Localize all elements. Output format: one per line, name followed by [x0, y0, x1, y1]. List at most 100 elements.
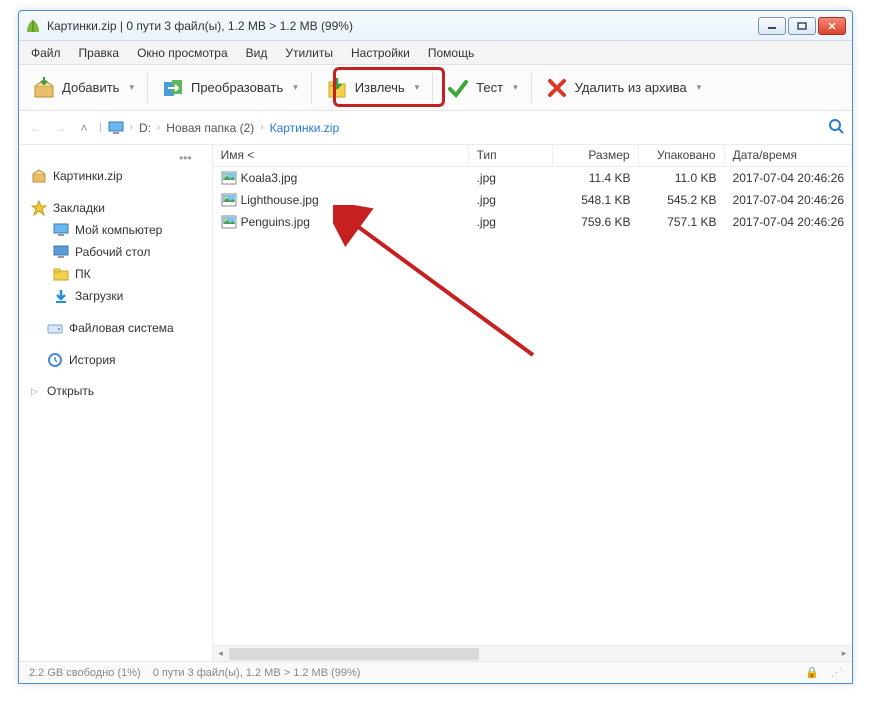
- status-info: 0 пути 3 файл(ы), 1.2 MB > 1.2 MB (99%): [153, 667, 361, 679]
- breadcrumb-archive[interactable]: Картинки.zip: [270, 121, 340, 135]
- chevron-down-icon: ▾: [129, 82, 134, 93]
- column-headers: Имя < Тип Размер Упаковано Дата/время: [213, 145, 852, 167]
- close-button[interactable]: [818, 17, 846, 35]
- app-icon: [25, 18, 41, 34]
- menu-file[interactable]: Файл: [23, 43, 69, 63]
- breadcrumb-drive[interactable]: D:: [139, 121, 151, 135]
- delete-button[interactable]: Удалить из архива ▾: [538, 70, 709, 106]
- divider: [432, 73, 433, 103]
- divider: [311, 73, 312, 103]
- menu-settings[interactable]: Настройки: [343, 43, 418, 63]
- menu-tools[interactable]: Утилиты: [277, 43, 341, 63]
- sidebar-history-label: История: [69, 353, 116, 367]
- scroll-right-icon[interactable]: ▸: [836, 646, 852, 661]
- drive-icon: [47, 320, 63, 336]
- nav-forward-button[interactable]: →: [51, 119, 69, 137]
- menu-help[interactable]: Помощь: [420, 43, 482, 63]
- table-row[interactable]: Koala3.jpg.jpg11.4 KB11.0 KB2017-07-04 2…: [213, 167, 852, 189]
- minimize-button[interactable]: [758, 17, 786, 35]
- file-date: 2017-07-04 20:46:26: [725, 212, 852, 232]
- search-icon[interactable]: [828, 118, 844, 137]
- sidebar-item-mycomputer[interactable]: Мой компьютер: [19, 219, 212, 241]
- sidebar-bookmarks-label: Закладки: [53, 201, 105, 215]
- file-type: .jpg: [469, 168, 553, 188]
- column-date[interactable]: Дата/время: [725, 145, 852, 166]
- sidebar-item-label: Загрузки: [75, 289, 123, 303]
- file-name: Lighthouse.jpg: [241, 193, 319, 207]
- window-controls: [758, 17, 846, 35]
- status-free-space: 2.2 GB свободно (1%): [29, 667, 141, 679]
- delete-label: Удалить из архива: [575, 80, 687, 95]
- sidebar-bookmarks[interactable]: Закладки: [19, 197, 212, 219]
- breadcrumb-folder[interactable]: Новая папка (2): [166, 121, 254, 135]
- maximize-button[interactable]: [788, 17, 816, 35]
- file-packed: 545.2 KB: [639, 190, 725, 210]
- x-delete-icon: [545, 76, 569, 100]
- test-button[interactable]: Тест ▾: [439, 70, 524, 106]
- divider: [147, 73, 148, 103]
- sidebar-open-label: Открыть: [47, 384, 94, 398]
- menubar: Файл Правка Окно просмотра Вид Утилиты Н…: [19, 41, 852, 65]
- horizontal-scrollbar[interactable]: ◂ ▸: [213, 645, 852, 661]
- expand-triangle-icon: ▷: [31, 386, 41, 397]
- file-size: 11.4 KB: [553, 168, 639, 188]
- sidebar-filesystem[interactable]: Файловая система: [19, 317, 212, 339]
- table-row[interactable]: Penguins.jpg.jpg759.6 KB757.1 KB2017-07-…: [213, 211, 852, 233]
- breadcrumb-root[interactable]: [108, 121, 124, 135]
- extract-button[interactable]: Извлечь ▾: [318, 70, 426, 106]
- image-file-icon: [221, 215, 237, 229]
- sidebar-open[interactable]: ▷ Открыть: [19, 381, 212, 401]
- scroll-track[interactable]: [229, 646, 836, 661]
- monitor-icon: [108, 121, 124, 135]
- table-row[interactable]: Lighthouse.jpg .jpg548.1 KB545.2 KB2017-0…: [213, 189, 852, 211]
- checkmark-icon: [446, 76, 470, 100]
- clock-icon: [47, 352, 63, 368]
- file-packed: 757.1 KB: [639, 212, 725, 232]
- content-area: ••• Картинки.zip Закладки Мой компьютер …: [19, 145, 852, 661]
- monitor-icon: [53, 222, 69, 238]
- folder-icon: [53, 266, 69, 282]
- add-label: Добавить: [62, 80, 119, 95]
- desktop-icon: [53, 244, 69, 260]
- menu-edit[interactable]: Правка: [71, 43, 128, 63]
- chevron-down-icon: ▾: [293, 82, 298, 93]
- convert-button[interactable]: Преобразовать ▾: [154, 70, 305, 106]
- convert-label: Преобразовать: [191, 80, 283, 95]
- column-name[interactable]: Имя <: [213, 145, 469, 166]
- file-type: .jpg: [469, 212, 553, 232]
- divider: [531, 73, 532, 103]
- convert-icon: [161, 76, 185, 100]
- file-size: 759.6 KB: [553, 212, 639, 232]
- scroll-thumb[interactable]: [229, 648, 479, 660]
- file-date: 2017-07-04 20:46:26: [725, 190, 852, 210]
- sidebar-item-desktop[interactable]: Рабочий стол: [19, 241, 212, 263]
- image-file-icon: [221, 171, 237, 185]
- resize-grip-icon[interactable]: ⋰: [831, 666, 842, 679]
- file-size: 548.1 KB: [553, 190, 639, 210]
- menu-view[interactable]: Вид: [238, 43, 276, 63]
- chevron-right-icon: ›: [260, 122, 263, 133]
- file-type: .jpg: [469, 190, 553, 210]
- sidebar-filesystem-label: Файловая система: [69, 321, 174, 335]
- sidebar-history[interactable]: История: [19, 349, 212, 371]
- file-rows: Koala3.jpg.jpg11.4 KB11.0 KB2017-07-04 2…: [213, 167, 852, 645]
- sidebar-item-pc[interactable]: ПК: [19, 263, 212, 285]
- column-size[interactable]: Размер: [553, 145, 639, 166]
- box-icon: [31, 168, 47, 184]
- column-type[interactable]: Тип: [469, 145, 553, 166]
- lock-icon: 🔒: [805, 666, 819, 679]
- add-button[interactable]: Добавить ▾: [25, 70, 141, 106]
- scroll-left-icon[interactable]: ◂: [213, 646, 229, 661]
- menu-view-window[interactable]: Окно просмотра: [129, 43, 236, 63]
- extract-label: Извлечь: [355, 80, 405, 95]
- sidebar-menu-dots[interactable]: •••: [19, 151, 212, 165]
- nav-back-button[interactable]: ←: [27, 119, 45, 137]
- app-window: Картинки.zip | 0 пути 3 файл(ы), 1.2 MB …: [18, 10, 853, 684]
- window-title: Картинки.zip | 0 пути 3 файл(ы), 1.2 MB …: [47, 19, 758, 33]
- column-packed[interactable]: Упаковано: [639, 145, 725, 166]
- nav-up-button[interactable]: ˄: [75, 119, 93, 137]
- star-icon: [31, 200, 47, 216]
- sidebar-item-label: Рабочий стол: [75, 245, 150, 259]
- sidebar-item-downloads[interactable]: Загрузки: [19, 285, 212, 307]
- sidebar-archive-root[interactable]: Картинки.zip: [19, 165, 212, 187]
